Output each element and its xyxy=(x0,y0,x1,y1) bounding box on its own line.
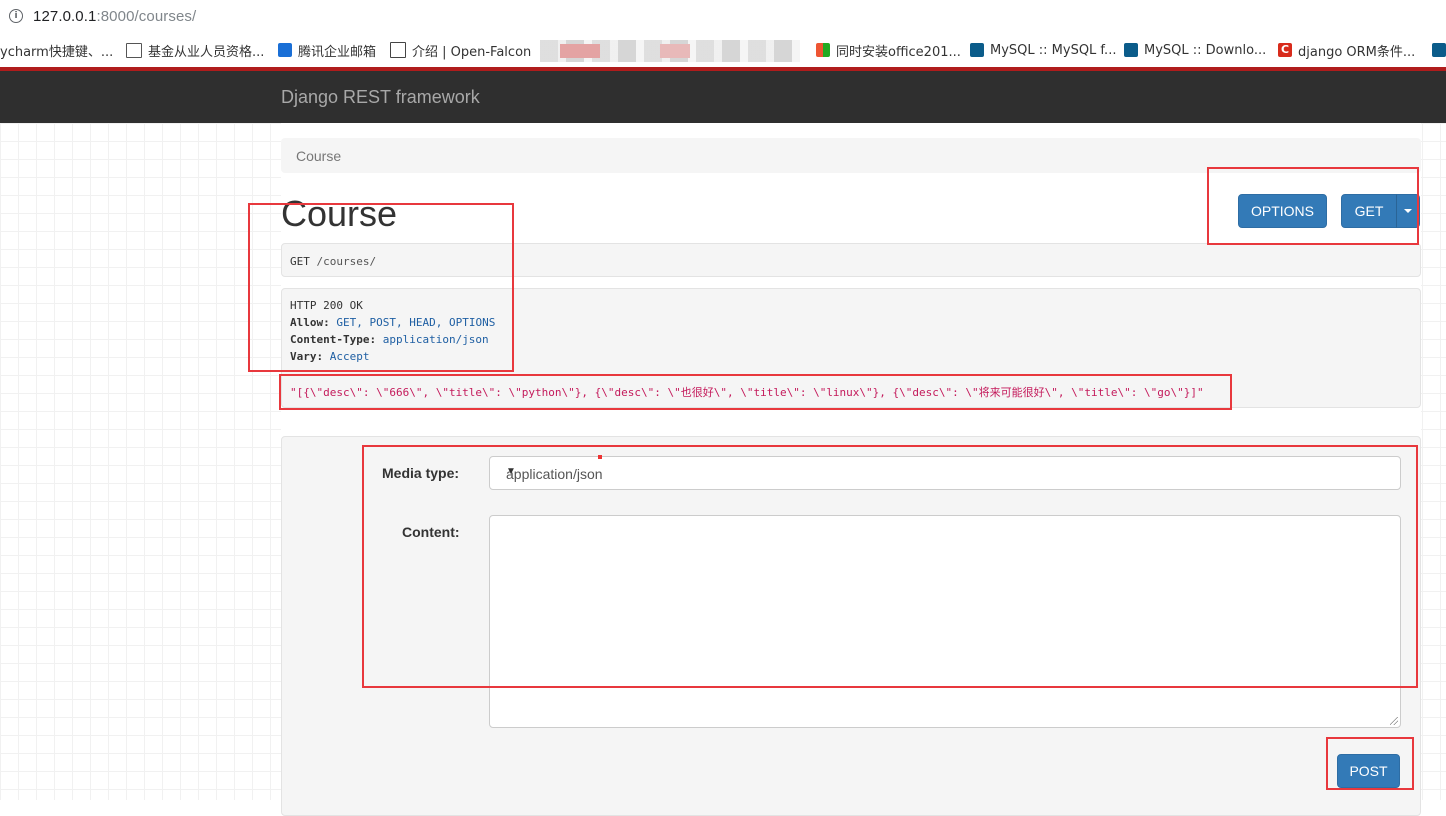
bookmark-label: ycharm快捷键、... xyxy=(0,44,114,60)
book-icon xyxy=(390,42,406,58)
bookmark-overflow[interactable] xyxy=(1432,41,1446,59)
bookmark-pycharm[interactable]: ycharm快捷键、... xyxy=(0,41,114,60)
resize-handle-icon[interactable] xyxy=(1390,717,1398,725)
tencent-mail-icon xyxy=(278,43,292,57)
navbar: Django REST framework xyxy=(0,71,1446,123)
bookmark-office[interactable]: 同时安装office201... xyxy=(816,41,961,60)
bookmark-fund[interactable]: 基金从业人员资格... xyxy=(126,41,265,60)
bookmark-icon xyxy=(1432,43,1446,57)
navbar-brand[interactable]: Django REST framework xyxy=(281,87,480,108)
bookmark-open-falcon[interactable]: 介绍 | Open-Falcon xyxy=(390,41,532,60)
address-bar[interactable]: i 127.0.0.1:8000/courses/ xyxy=(0,0,1446,34)
annotation-box-form xyxy=(362,445,1418,688)
redacted-mark xyxy=(560,44,600,58)
bookmark-label: 同时安装office201... xyxy=(836,44,961,60)
annotation-box-body xyxy=(279,374,1232,410)
redacted-mark xyxy=(660,44,690,58)
annotation-box-post xyxy=(1326,737,1414,790)
annotation-box-buttons xyxy=(1207,167,1419,245)
bookmark-label: MySQL :: Downlo... xyxy=(1144,42,1267,58)
bookmark-label: 腾讯企业邮箱 xyxy=(298,44,377,60)
bookmark-label: 介绍 | Open-Falcon xyxy=(412,44,532,60)
bookmark-label: MySQL :: MySQL f... xyxy=(990,42,1117,58)
office-icon xyxy=(816,43,830,57)
info-icon[interactable]: i xyxy=(9,9,23,23)
bookmark-label: 基金从业人员资格... xyxy=(148,44,265,60)
bookmark-mysql-f[interactable]: MySQL :: MySQL f... xyxy=(970,41,1116,59)
page-icon xyxy=(126,42,142,58)
annotation-box-title xyxy=(248,203,514,372)
bookmark-django-orm[interactable]: Cdjango ORM条件... xyxy=(1278,41,1416,60)
url-path: :8000/courses/ xyxy=(96,8,197,25)
url-text[interactable]: 127.0.0.1:8000/courses/ xyxy=(33,8,196,25)
bookmark-label: django ORM条件... xyxy=(1298,44,1416,60)
url-host: 127.0.0.1 xyxy=(33,8,97,25)
breadcrumb-item[interactable]: Course xyxy=(296,148,341,164)
bookmark-mysql-download[interactable]: MySQL :: Downlo... xyxy=(1124,41,1266,59)
bookmark-tencent-mail[interactable]: 腾讯企业邮箱 xyxy=(278,41,377,60)
mysql-icon xyxy=(1124,43,1138,57)
csdn-icon: C xyxy=(1278,43,1292,57)
mysql-icon xyxy=(970,43,984,57)
